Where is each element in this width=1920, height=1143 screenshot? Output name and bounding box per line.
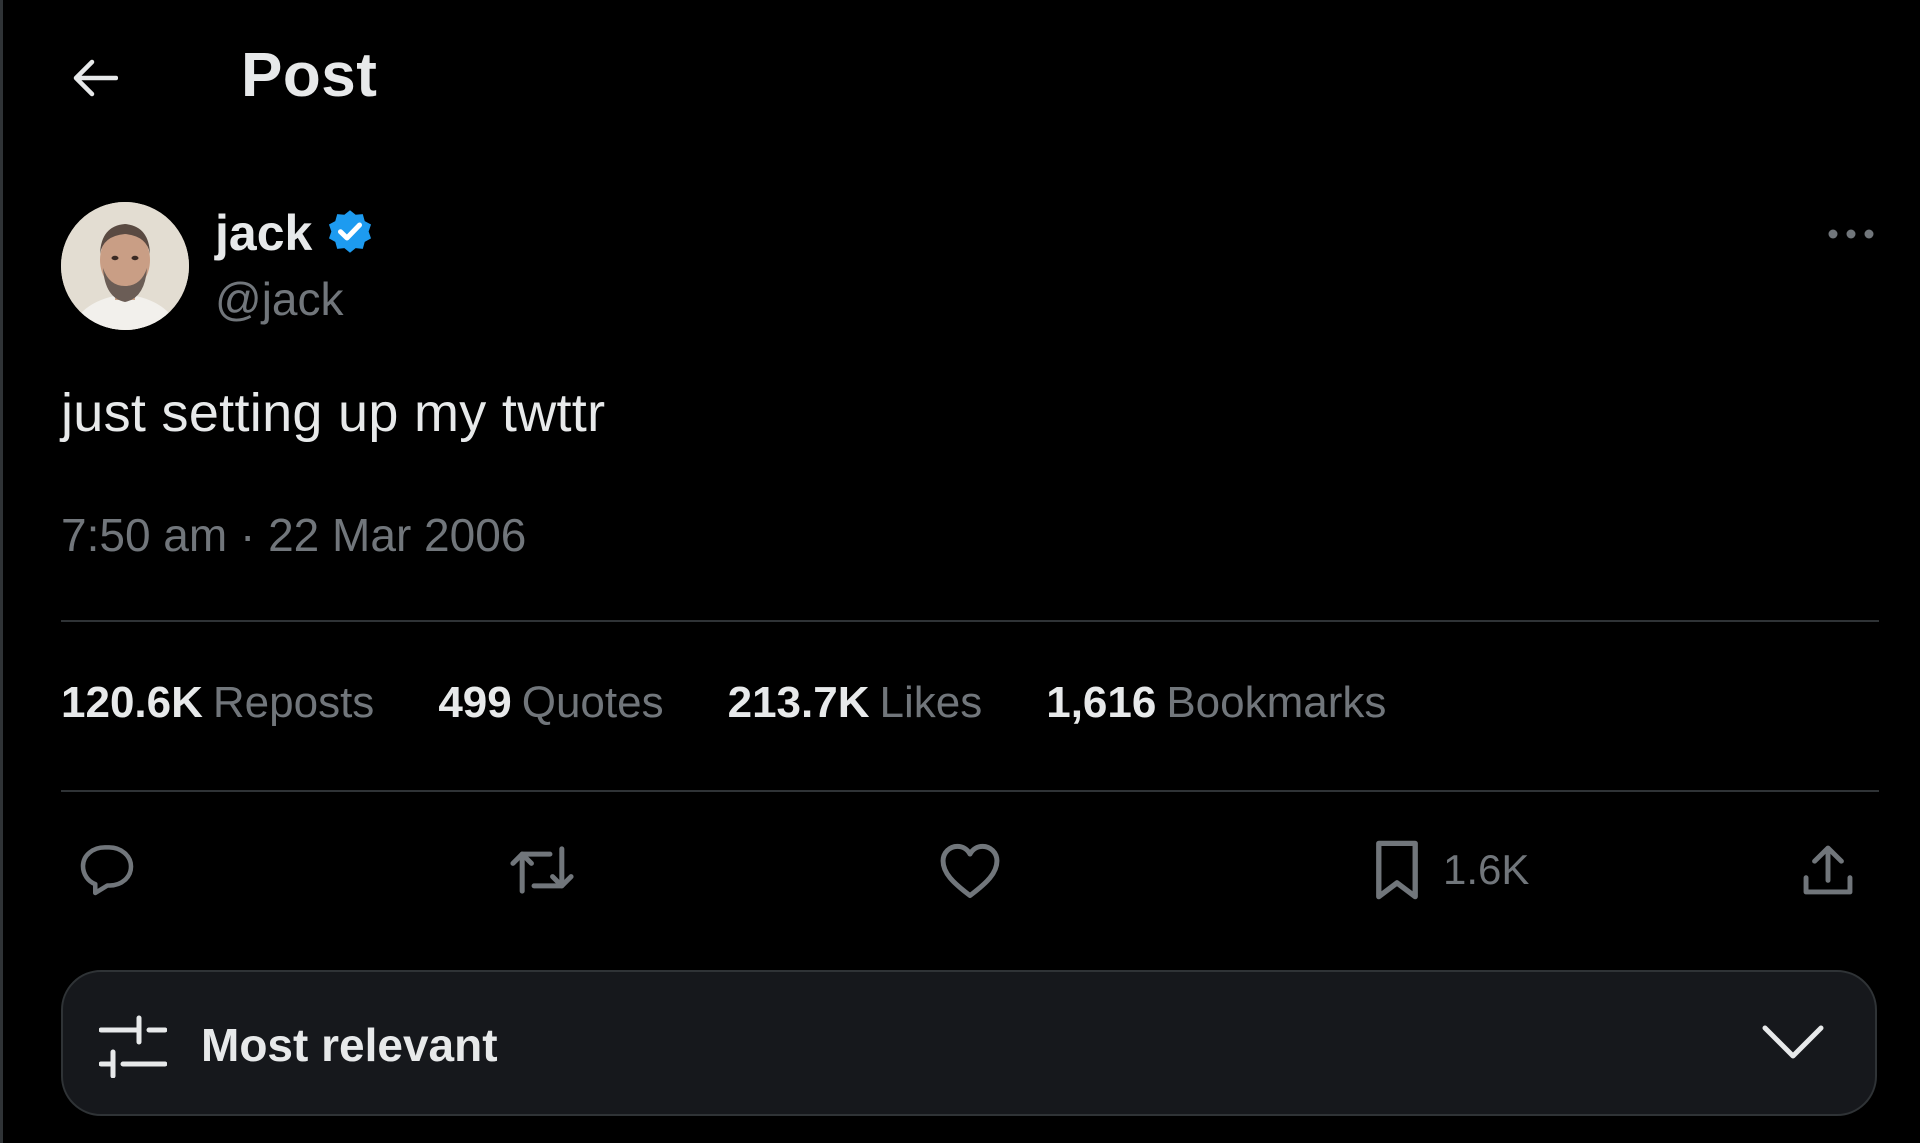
stat-label: Reposts: [212, 678, 375, 727]
avatar[interactable]: [61, 202, 189, 330]
stat-label: Likes: [879, 678, 983, 727]
repost-icon: [510, 846, 574, 894]
divider: [61, 790, 1879, 792]
share-icon: [1803, 845, 1853, 895]
post-page: Post jack @jack just setting up my twttr…: [0, 0, 1920, 1143]
stat-label: Quotes: [521, 678, 664, 727]
bookmark-button[interactable]: 1.6K: [1369, 830, 1529, 910]
author-row: jack @jack: [61, 202, 1881, 332]
page-title: Post: [241, 41, 378, 110]
display-name[interactable]: jack: [215, 204, 312, 262]
reply-button[interactable]: [75, 830, 139, 910]
stat-value: 499: [438, 678, 512, 727]
post-text: just setting up my twttr: [61, 383, 606, 443]
display-name-wrap: jack: [215, 204, 376, 262]
post-timestamp[interactable]: 7:50 am · 22 Mar 2006: [61, 508, 526, 562]
like-button[interactable]: [937, 830, 1003, 910]
chevron-down-icon: [1762, 1025, 1824, 1059]
stat-bookmarks[interactable]: 1,616 Bookmarks: [1046, 678, 1386, 728]
stat-label: Bookmarks: [1166, 678, 1387, 727]
verified-badge-icon: [329, 210, 372, 253]
sort-replies-dropdown[interactable]: Most relevant: [61, 970, 1877, 1116]
stat-value: 120.6K: [61, 678, 203, 727]
repost-button[interactable]: [505, 830, 579, 910]
share-button[interactable]: [1797, 830, 1859, 910]
stat-value: 1,616: [1046, 678, 1157, 727]
more-icon: [1828, 229, 1874, 239]
handle[interactable]: @jack: [215, 272, 344, 326]
stat-likes[interactable]: 213.7K Likes: [728, 678, 983, 728]
divider: [61, 620, 1879, 622]
more-options-button[interactable]: [1821, 214, 1881, 254]
page-header: Post: [3, 0, 1920, 160]
bookmark-count: 1.6K: [1443, 846, 1530, 893]
action-bar: 1.6K: [61, 830, 1853, 910]
heart-icon: [940, 843, 1000, 899]
sort-label: Most relevant: [201, 1019, 498, 1071]
arrow-left-icon: [73, 59, 118, 97]
stat-quotes[interactable]: 499 Quotes: [438, 678, 663, 728]
sliders-icon: [99, 1015, 167, 1078]
back-button[interactable]: [61, 44, 129, 112]
post-stats: 120.6K Reposts 499 Quotes 213.7K Likes 1,61…: [61, 678, 1386, 728]
stat-reposts[interactable]: 120.6K Reposts: [61, 678, 374, 728]
stat-value: 213.7K: [727, 678, 870, 727]
reply-icon: [80, 845, 134, 896]
bookmark-icon: [1376, 840, 1418, 900]
